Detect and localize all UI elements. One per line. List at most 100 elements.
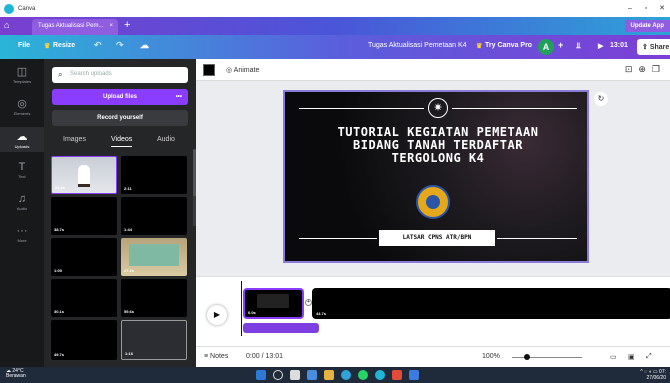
edge-icon[interactable] (341, 370, 351, 380)
share-label: Share (649, 44, 670, 51)
rail-item-text[interactable]: T Text (0, 161, 44, 179)
upload-more-button[interactable]: ••• (176, 89, 182, 105)
grid-view-icon[interactable]: ▭ (610, 353, 617, 361)
video-duration: 2:11 (124, 186, 132, 191)
video-thumbnail[interactable]: 1:44 (121, 197, 187, 235)
canva-logo-icon (4, 3, 14, 14)
file-explorer-icon[interactable] (324, 370, 334, 380)
timeline-clip-1[interactable]: 0.0s (243, 288, 304, 319)
insights-icon[interactable]: ⫫ (576, 41, 581, 51)
rail-item-elements[interactable]: ◎ Elements (0, 97, 44, 116)
window-titlebar: Canva – ▫ ✕ (0, 0, 670, 17)
video-thumbnail[interactable]: 59.6s (121, 279, 187, 317)
present-duration[interactable]: 13:01 (610, 42, 628, 49)
timeline-clip-2[interactable]: 44.7s (312, 288, 670, 319)
lock-icon[interactable]: ⊡ (625, 64, 639, 74)
tab-images[interactable]: Images (63, 136, 86, 143)
add-page-icon[interactable]: ⊕ (638, 64, 652, 74)
video-thumbnail[interactable]: 49.7s (51, 320, 117, 360)
search-taskbar-icon[interactable] (273, 370, 283, 380)
video-duration: 27.2s (124, 268, 135, 273)
heading-line: TERGOLONG K4 (391, 151, 485, 165)
upload-label: Upload files (102, 94, 137, 100)
whatsapp-icon[interactable] (358, 370, 368, 380)
playhead[interactable] (241, 281, 242, 336)
clip-duration: 0.0s (248, 310, 256, 315)
add-transition-icon[interactable]: + (305, 299, 312, 306)
rail-item-uploads[interactable]: ☁ Uploads (0, 127, 44, 152)
audio-icon: ♫ (17, 193, 27, 205)
search-input[interactable]: ⌕ Search uploads (52, 67, 188, 83)
video-duration: 1:44 (124, 227, 133, 232)
zoom-level[interactable]: 100% (482, 353, 500, 360)
video-thumbnail[interactable]: 27.2s (121, 238, 187, 276)
rail-item-templates[interactable]: ◫ Templates (0, 65, 44, 84)
duplicate-icon[interactable]: ❐ (652, 64, 666, 74)
app-taskbar-icon[interactable] (392, 370, 402, 380)
page-view-icon[interactable]: ▣ (628, 353, 635, 361)
avatar[interactable]: A (538, 39, 554, 55)
rail-item-audio[interactable]: ♫ Audio (0, 193, 44, 211)
present-play-icon[interactable]: ▶ (598, 42, 603, 50)
slide-subtitle[interactable]: LATSAR CPNS ATR/BPN (379, 230, 495, 246)
store-icon[interactable] (409, 370, 419, 380)
video-thumbnail[interactable]: 1:00 (51, 238, 117, 276)
record-yourself-button[interactable]: Record yourself (52, 110, 188, 126)
video-thumbnail[interactable]: 24.4s (51, 156, 117, 194)
refresh-icon[interactable]: ↻ (594, 92, 608, 106)
document-title[interactable]: Tugas Aktualisasi Pemetaan K4 (368, 42, 467, 49)
templates-icon: ◫ (16, 66, 28, 78)
video-duration: 1:00 (54, 268, 63, 273)
home-icon[interactable]: ⌂ (4, 20, 9, 30)
tab-close-icon[interactable]: × (109, 23, 113, 29)
video-thumbnail[interactable]: 30.1s (51, 279, 117, 317)
minimize-button[interactable]: – (622, 0, 638, 17)
share-button[interactable]: ⇪ Share (637, 39, 670, 55)
tab-audio[interactable]: Audio (157, 136, 175, 143)
new-tab-button[interactable]: + (124, 19, 130, 31)
zoom-slider[interactable] (512, 357, 582, 358)
video-thumbnail[interactable]: 38.7s (51, 197, 117, 235)
video-thumbnail[interactable]: 2:11 (121, 156, 187, 194)
canva-taskbar-icon[interactable] (375, 370, 385, 380)
upload-files-button[interactable]: Upload files ••• (52, 89, 188, 105)
update-app-button[interactable]: Update App (624, 20, 670, 32)
video-duration: 49.7s (54, 352, 65, 357)
rail-label: Audio (16, 206, 28, 211)
animate-button[interactable]: ◎ Animate (226, 66, 259, 74)
notes-label: Notes (210, 353, 229, 360)
file-menu[interactable]: File (18, 42, 30, 49)
audio-track[interactable] (243, 323, 319, 333)
share-icon: ⇪ (642, 44, 650, 51)
atr-bpn-logo[interactable] (416, 185, 450, 219)
background-color-swatch[interactable] (203, 64, 215, 76)
resize-button[interactable]: Resize (53, 42, 75, 49)
video-thumbnail[interactable]: 1:16 (121, 320, 187, 360)
cloud-save-icon[interactable]: ☁ (140, 40, 149, 51)
add-collaborator-button[interactable]: + (558, 40, 563, 50)
clip-duration: 44.7s (316, 311, 327, 316)
animate-label: Animate (233, 67, 260, 74)
close-window-button[interactable]: ✕ (654, 0, 670, 17)
tab-document[interactable]: Tugas Aktualisasi Pem... × (32, 19, 118, 35)
slide-heading[interactable]: TUTORIAL KEGIATAN PEMETAAN BIDANG TANAH … (285, 126, 587, 165)
video-duration: 30.1s (54, 309, 65, 314)
fullscreen-icon[interactable]: ⤢ (646, 353, 652, 361)
system-tray[interactable]: ^ ◌ ◖ ▭ 07: 27/06/20 (640, 369, 666, 381)
design-slide[interactable]: ✷ TUTORIAL KEGIATAN PEMETAAN BIDANG TANA… (283, 90, 589, 263)
tab-videos[interactable]: Videos (111, 136, 133, 147)
video-duration: 24.4s (55, 185, 66, 190)
maximize-button[interactable]: ▫ (638, 0, 654, 17)
try-pro-button[interactable]: Try Canva Pro (485, 42, 532, 49)
task-view-icon[interactable] (290, 370, 300, 380)
weather-widget[interactable]: ☁ 24°C Berawan (6, 369, 26, 379)
zoom-slider-handle[interactable] (524, 354, 530, 360)
rail-item-more[interactable]: ··· More (0, 225, 44, 243)
undo-icon[interactable]: ↶ (94, 40, 102, 51)
windows-start-icon[interactable] (256, 370, 266, 380)
chat-icon[interactable] (307, 370, 317, 380)
crown-pro-icon: ♛ (476, 43, 483, 50)
notes-button[interactable]: ≡ Notes (204, 353, 228, 360)
play-icon[interactable]: ▶ (207, 305, 227, 325)
redo-icon[interactable]: ↷ (116, 40, 124, 51)
